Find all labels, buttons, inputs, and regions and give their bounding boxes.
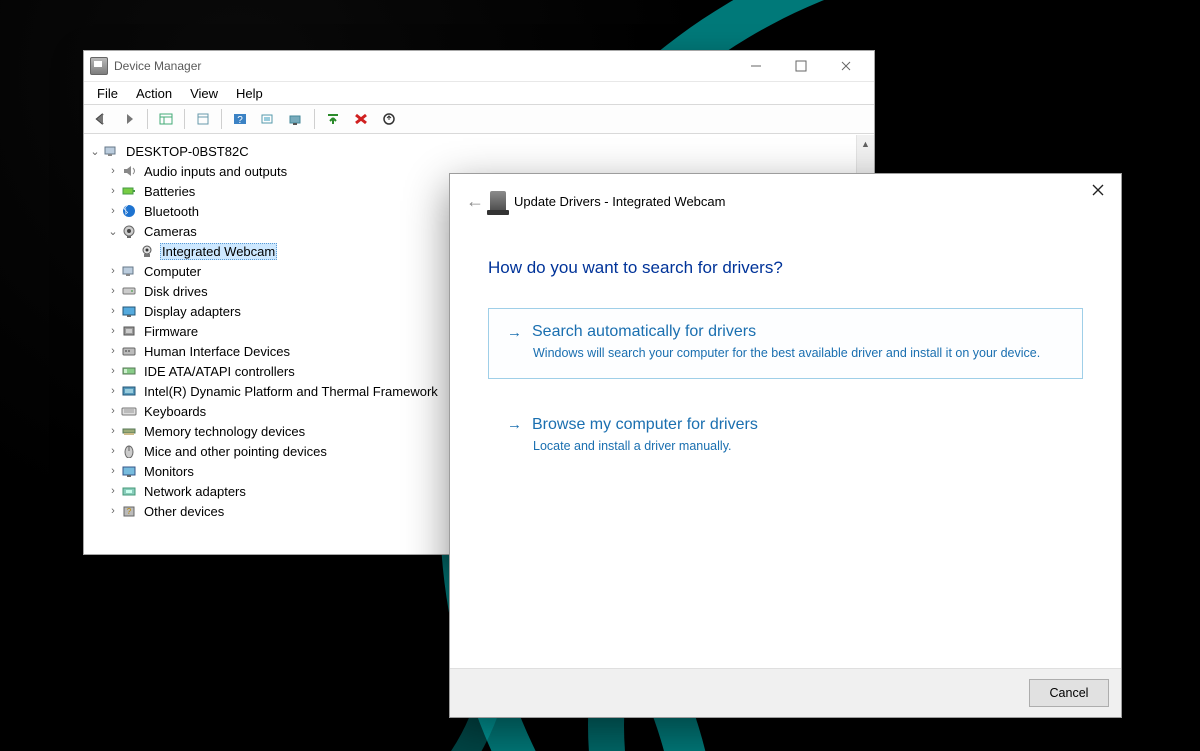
ud-footer: Cancel: [450, 668, 1121, 717]
uninstall-device-button[interactable]: [348, 107, 374, 131]
category-label: Audio inputs and outputs: [142, 164, 289, 179]
ud-header: ← Update Drivers - Integrated Webcam: [450, 174, 1121, 228]
maximize-button[interactable]: [778, 51, 823, 81]
computer-icon: [102, 143, 120, 159]
ud-heading: How do you want to search for drivers?: [488, 258, 1083, 278]
menu-action[interactable]: Action: [129, 84, 179, 103]
update-drivers-dialog: ← Update Drivers - Integrated Webcam How…: [449, 173, 1122, 718]
close-button[interactable]: [823, 51, 868, 81]
help-button[interactable]: ?: [227, 107, 253, 131]
category-label: Monitors: [142, 464, 196, 479]
webcam-icon: [138, 243, 156, 259]
category-icon: [120, 423, 138, 439]
category-icon: [120, 183, 138, 199]
category-icon: [120, 463, 138, 479]
menu-view[interactable]: View: [183, 84, 225, 103]
show-hide-tree-button[interactable]: [153, 107, 179, 131]
category-icon: [120, 203, 138, 219]
device-manager-icon: [90, 57, 108, 75]
desktop: Device Manager File Action View Help: [0, 0, 1200, 751]
menu-file[interactable]: File: [90, 84, 125, 103]
root-label: DESKTOP-0BST82C: [124, 144, 251, 159]
device-icon: [490, 191, 506, 211]
category-label: Human Interface Devices: [142, 344, 292, 359]
option-desc: Locate and install a driver manually.: [533, 438, 1064, 455]
category-icon: [120, 283, 138, 299]
svg-text:?: ?: [237, 115, 243, 126]
category-label: IDE ATA/ATAPI controllers: [142, 364, 297, 379]
category-icon: [120, 383, 138, 399]
minimize-button[interactable]: [733, 51, 778, 81]
category-icon: [120, 443, 138, 459]
option-desc: Windows will search your computer for th…: [533, 345, 1064, 362]
tree-root[interactable]: ⌄DESKTOP-0BST82C: [86, 141, 854, 161]
svg-text:?: ?: [127, 507, 132, 516]
arrow-right-icon: →: [507, 416, 522, 433]
category-label: Other devices: [142, 504, 226, 519]
disable-device-button[interactable]: [376, 107, 402, 131]
category-label: Cameras: [142, 224, 199, 239]
update-driver-button[interactable]: [283, 107, 309, 131]
device-label: Integrated Webcam: [160, 243, 277, 260]
category-label: Keyboards: [142, 404, 208, 419]
option-search-automatically[interactable]: → Search automatically for drivers Windo…: [488, 308, 1083, 379]
nav-back-button[interactable]: [88, 107, 114, 131]
category-icon: [120, 403, 138, 419]
scroll-up-icon[interactable]: ▲: [857, 135, 874, 152]
option-browse-computer[interactable]: → Browse my computer for drivers Locate …: [488, 401, 1083, 472]
category-label: Firmware: [142, 324, 200, 339]
category-label: Disk drives: [142, 284, 210, 299]
category-icon: [120, 483, 138, 499]
category-label: Mice and other pointing devices: [142, 444, 329, 459]
dm-menubar: File Action View Help: [84, 81, 874, 104]
option-title: Search automatically for drivers: [532, 323, 756, 341]
category-label: Computer: [142, 264, 203, 279]
category-icon: [120, 303, 138, 319]
category-icon: [120, 223, 138, 239]
category-icon: [120, 363, 138, 379]
dm-titlebar[interactable]: Device Manager: [84, 51, 874, 81]
dm-toolbar: ?: [84, 104, 874, 134]
category-label: Display adapters: [142, 304, 243, 319]
category-label: Intel(R) Dynamic Platform and Thermal Fr…: [142, 384, 440, 399]
properties-button[interactable]: [190, 107, 216, 131]
dm-title: Device Manager: [114, 59, 201, 73]
scan-hardware-button[interactable]: [255, 107, 281, 131]
category-icon: [120, 323, 138, 339]
ud-title: Update Drivers - Integrated Webcam: [514, 194, 725, 209]
back-button[interactable]: ←: [460, 191, 490, 212]
category-icon: [120, 263, 138, 279]
category-label: Network adapters: [142, 484, 248, 499]
category-icon: ?: [120, 503, 138, 519]
menu-help[interactable]: Help: [229, 84, 270, 103]
category-label: Bluetooth: [142, 204, 201, 219]
nav-forward-button[interactable]: [116, 107, 142, 131]
cancel-button[interactable]: Cancel: [1029, 679, 1109, 707]
option-title: Browse my computer for drivers: [532, 416, 758, 434]
enable-device-button[interactable]: [320, 107, 346, 131]
dialog-close-button[interactable]: [1075, 174, 1121, 206]
category-label: Memory technology devices: [142, 424, 307, 439]
category-icon: [120, 343, 138, 359]
arrow-right-icon: →: [507, 324, 522, 341]
category-label: Batteries: [142, 184, 197, 199]
category-icon: [120, 163, 138, 179]
